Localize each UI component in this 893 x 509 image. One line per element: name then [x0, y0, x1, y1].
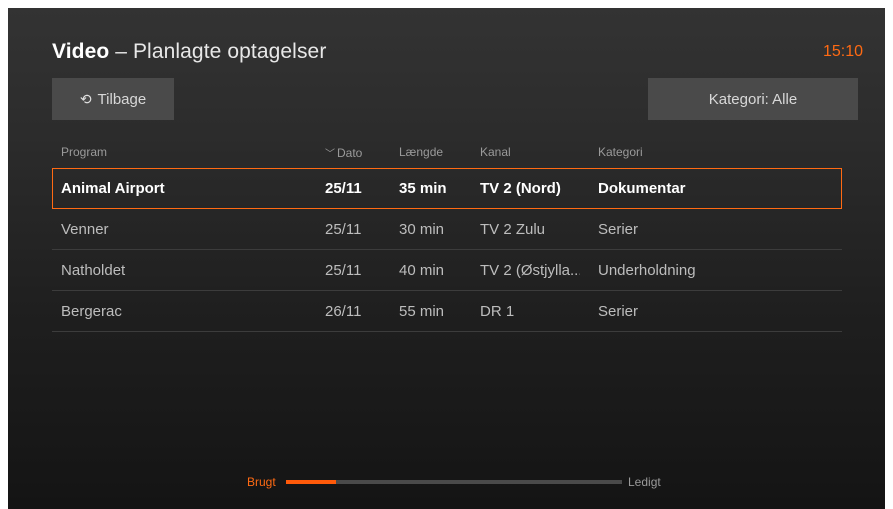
row-date: 25/11	[325, 221, 362, 238]
back-button[interactable]: ⟲ Tilbage	[52, 78, 174, 120]
row-date: 25/11	[325, 180, 362, 197]
clock: 15:10	[822, 43, 863, 60]
row-category: Underholdning	[598, 262, 696, 279]
row-program: Venner	[61, 221, 109, 238]
column-header-program[interactable]: Program	[61, 145, 311, 159]
storage-used-label: Brugt	[247, 475, 276, 489]
row-category: Serier	[598, 221, 639, 238]
row-date: 26/11	[325, 303, 362, 320]
chevron-down-icon: ﹀	[325, 149, 335, 160]
table-header: Program ﹀ Dato Længde Kanal Kategori	[52, 145, 842, 163]
column-header-category[interactable]: Kategori	[598, 145, 798, 159]
row-category: Dokumentar	[598, 180, 686, 197]
row-date: 25/11	[325, 262, 362, 279]
column-header-date-label: Dato	[337, 146, 363, 160]
row-length: 40 min	[399, 262, 445, 279]
column-header-date[interactable]: ﹀ Dato	[325, 145, 385, 160]
column-header-channel[interactable]: Kanal	[480, 145, 580, 159]
back-arrow-icon: ⟲	[79, 90, 92, 107]
category-filter-label: Kategori: Alle	[708, 90, 798, 108]
table-row[interactable]: Venner 25/11 30 min TV 2 Zulu Serier	[52, 209, 842, 250]
storage-indicator: Brugt Ledigt	[247, 475, 687, 491]
storage-bar-fill	[286, 480, 337, 484]
row-category: Serier	[598, 303, 639, 320]
row-program: Bergerac	[61, 303, 122, 320]
table-row[interactable]: Animal Airport 25/11 35 min TV 2 (Nord) …	[52, 168, 842, 209]
table-row[interactable]: Bergerac 26/11 55 min DR 1 Serier	[52, 291, 842, 332]
table-row[interactable]: Natholdet 25/11 40 min TV 2 (Østjylla...…	[52, 250, 842, 291]
row-channel: DR 1	[480, 303, 515, 320]
storage-free-label: Ledigt	[628, 475, 661, 489]
category-filter-button[interactable]: Kategori: Alle	[648, 78, 858, 120]
row-program: Animal Airport	[61, 180, 165, 197]
row-channel: TV 2 (Nord)	[480, 180, 561, 197]
row-length: 30 min	[399, 221, 445, 238]
row-channel: TV 2 (Østjylla...	[480, 262, 580, 279]
row-channel: TV 2 Zulu	[480, 221, 546, 238]
row-length: 55 min	[399, 303, 445, 320]
page-title-bold: Video	[52, 40, 110, 63]
page-title: Video – Planlagte optagelser	[52, 40, 326, 64]
page-title-rest: – Planlagte optagelser	[109, 40, 327, 63]
column-header-length[interactable]: Længde	[399, 145, 469, 159]
tv-screen: Video – Planlagte optagelser 15:10 ⟲ Til…	[8, 8, 885, 509]
storage-bar	[286, 480, 622, 484]
row-length: 35 min	[399, 180, 447, 197]
row-program: Natholdet	[61, 262, 126, 279]
recordings-list: Animal Airport 25/11 35 min TV 2 (Nord) …	[52, 168, 842, 332]
back-button-label: Tilbage	[97, 90, 147, 108]
